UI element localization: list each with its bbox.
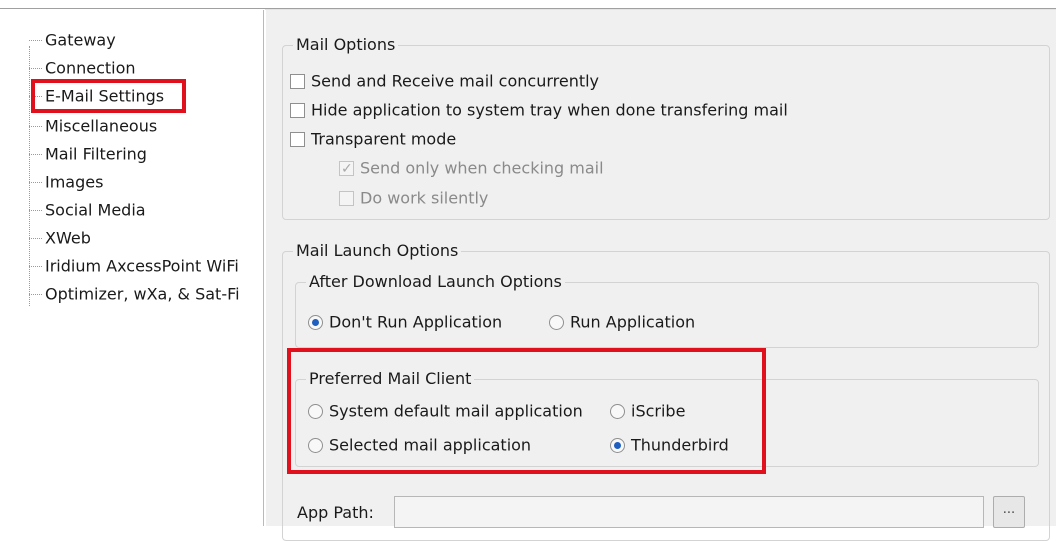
tree-connector-icon (29, 210, 42, 211)
send-receive-concurrently-checkbox[interactable]: Send and Receive mail concurrently (290, 69, 599, 93)
checkbox-box-icon (290, 132, 305, 147)
radio-selected-icon (308, 315, 323, 330)
tree-item-mail-filtering[interactable]: Mail Filtering (29, 142, 147, 166)
app-path-label: App Path: (297, 503, 374, 522)
mail-options-title: Mail Options (293, 34, 399, 56)
tree-item-miscellaneous[interactable]: Miscellaneous (29, 114, 157, 138)
tree-connector-icon (29, 68, 42, 69)
tree-connector-icon (29, 266, 42, 267)
checkbox-checked-icon: ✓ (339, 161, 354, 177)
mail-options-group: Mail Options Send and Receive mail concu… (282, 34, 1050, 220)
transparent-mode-checkbox[interactable]: Transparent mode (290, 127, 456, 151)
tree-item-images[interactable]: Images (29, 170, 103, 194)
email-settings-highlight (31, 79, 186, 113)
dont-run-application-radio[interactable]: Don't Run Application (308, 310, 502, 334)
app-path-input[interactable] (394, 496, 984, 528)
tree-connector-icon (29, 294, 42, 295)
send-only-when-checking-checkbox[interactable]: ✓ Send only when checking mail (339, 156, 604, 180)
tree-item-optimizer[interactable]: Optimizer, wXa, & Sat-Fi (29, 282, 240, 306)
after-download-group: After Download Launch Options Don't Run … (295, 271, 1039, 348)
preferred-client-highlight (287, 348, 766, 474)
after-download-title: After Download Launch Options (306, 271, 565, 293)
hide-to-tray-checkbox[interactable]: Hide application to system tray when don… (290, 98, 788, 122)
tree-connector-icon (29, 126, 42, 127)
checkbox-box-icon (290, 103, 305, 118)
checkbox-box-icon (290, 74, 305, 89)
tree-item-iridium-axcesspoint[interactable]: Iridium AxcessPoint WiFi (29, 254, 239, 278)
tree-connector-icon (29, 154, 42, 155)
tree-item-xweb[interactable]: XWeb (29, 226, 91, 250)
radio-empty-icon (549, 315, 564, 330)
tree-connector-icon (29, 40, 42, 41)
tree-item-gateway[interactable]: Gateway (29, 28, 116, 52)
tree-item-connection[interactable]: Connection (29, 56, 136, 80)
tree-connector-icon (29, 238, 42, 239)
tree-connector-icon (29, 182, 42, 183)
mail-launch-options-title: Mail Launch Options (293, 240, 462, 262)
do-work-silently-checkbox[interactable]: Do work silently (339, 186, 488, 210)
checkbox-box-icon (339, 191, 354, 206)
tree-item-social-media[interactable]: Social Media (29, 198, 146, 222)
browse-button[interactable]: ... (993, 496, 1025, 528)
run-application-radio[interactable]: Run Application (549, 310, 695, 334)
